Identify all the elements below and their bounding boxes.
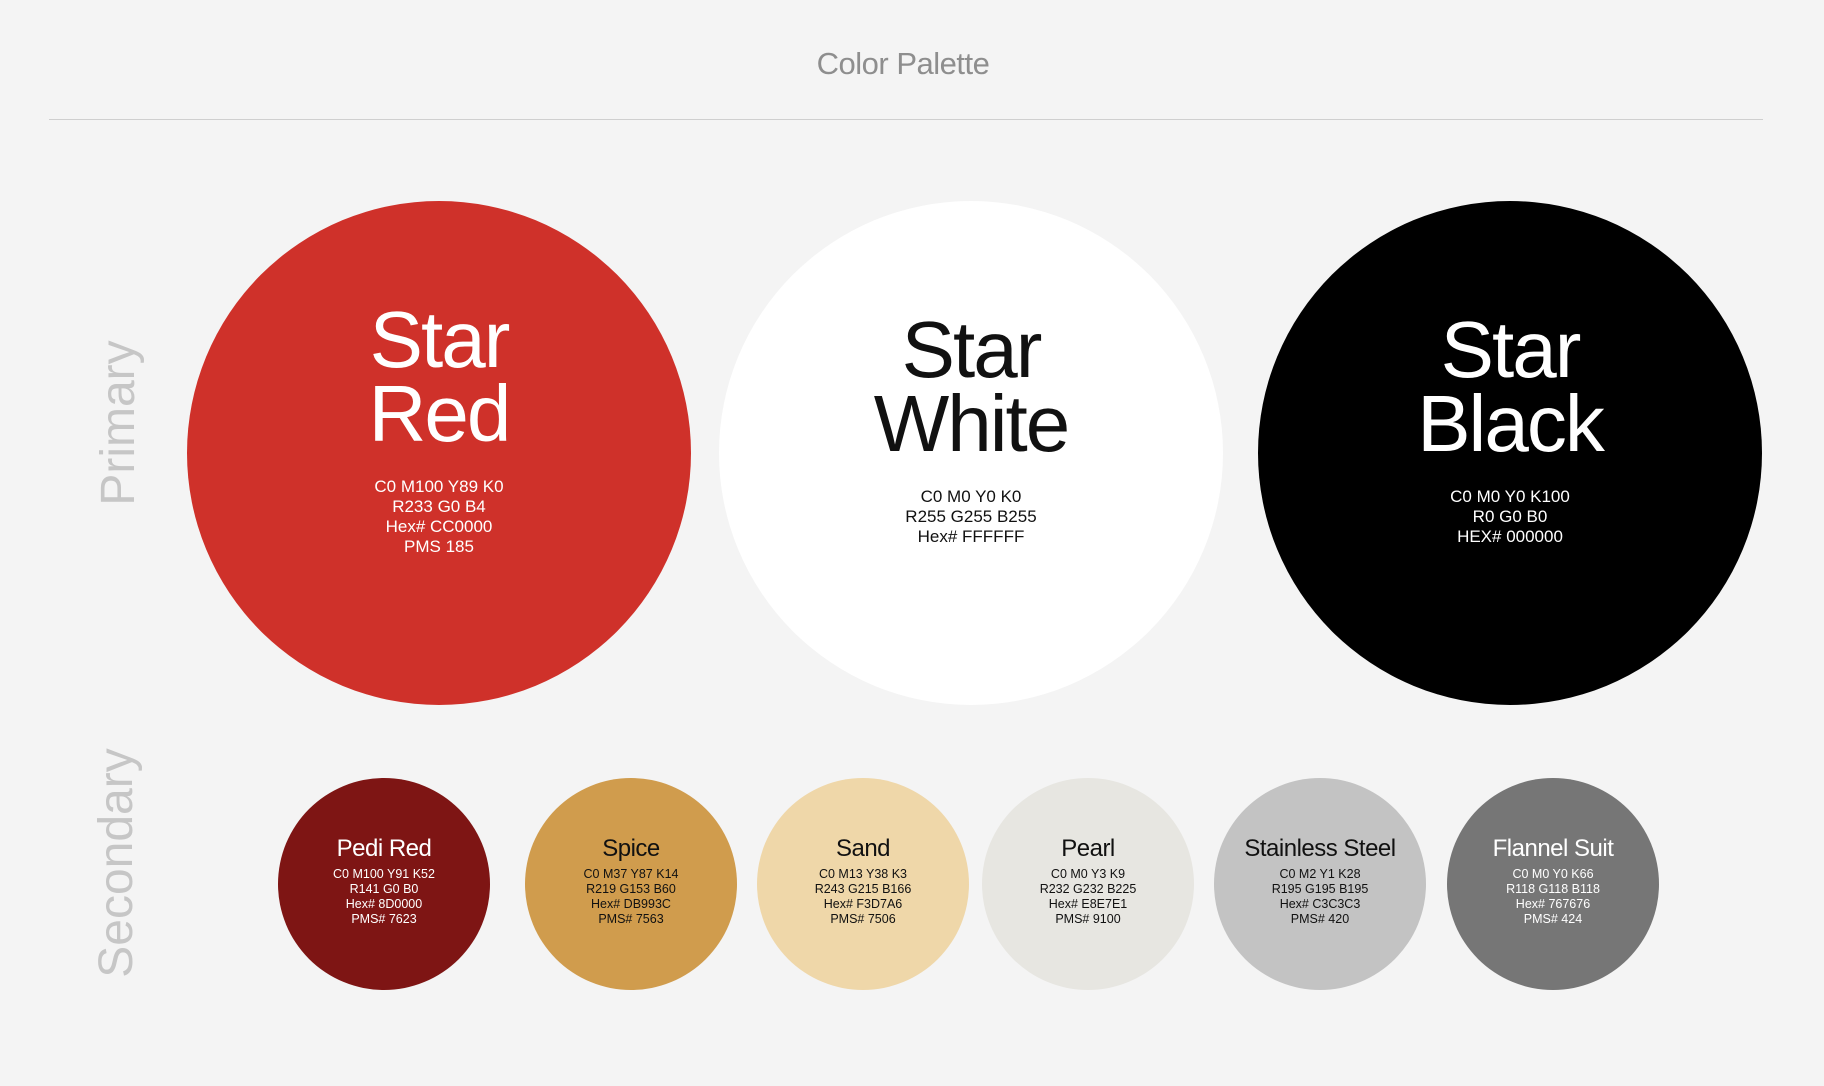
swatch-stainless-steel: Stainless Steel C0 M2 Y1 K28 R195 G195 B1… bbox=[1214, 778, 1426, 990]
swatch-star-white: Star White C0 M0 Y0 K0 R255 G255 B255 Hex… bbox=[719, 201, 1223, 705]
swatch-name: Star White bbox=[873, 305, 1070, 468]
swatch-pedi-red: Pedi Red C0 M100 Y91 K52 R141 G0 B0 Hex# … bbox=[278, 778, 490, 990]
swatch-specs: C0 M0 Y3 K9 R232 G232 B225 Hex# E8E7E1 PMS… bbox=[1039, 867, 1137, 926]
primary-section-label: Primary bbox=[92, 340, 145, 506]
swatch-name: Sand bbox=[835, 835, 891, 862]
swatch-name: Stainless Steel bbox=[1244, 835, 1396, 862]
swatch-specs: C0 M37 Y87 K14 R219 G153 B60 Hex# DB993C P… bbox=[583, 867, 679, 926]
swatch-specs: C0 M0 Y0 K100 R0 G0 B0 HEX# 000000 bbox=[1450, 487, 1570, 546]
swatch-specs: C0 M100 Y89 K0 R233 G0 B4 Hex# CC0000 PM… bbox=[374, 477, 504, 556]
page-title: Color Palette bbox=[816, 46, 990, 81]
swatch-specs: C0 M2 Y1 K28 R195 G195 B195 Hex# C3C3C3 PM… bbox=[1271, 867, 1369, 926]
swatch-name: Spice bbox=[602, 835, 660, 862]
swatch-pearl: Pearl C0 M0 Y3 K9 R232 G232 B225 Hex# E8E… bbox=[982, 778, 1194, 990]
swatch-name: Star Red bbox=[368, 295, 512, 458]
swatch-name: Star Black bbox=[1417, 305, 1605, 468]
swatch-specs: C0 M0 Y0 K66 R118 G118 B118 Hex# 767676 PM… bbox=[1506, 867, 1600, 926]
secondary-section-label: Secondary bbox=[90, 748, 143, 978]
swatch-name: Flannel Suit bbox=[1492, 835, 1614, 862]
swatch-star-black: Star Black C0 M0 Y0 K100 R0 G0 B0 HEX# 00… bbox=[1258, 201, 1762, 705]
header-divider bbox=[49, 119, 1763, 120]
swatch-specs: C0 M100 Y91 K52 R141 G0 B0 Hex# 8D0000 PMS… bbox=[333, 867, 435, 926]
swatch-sand: Sand C0 M13 Y38 K3 R243 G215 B166 Hex# F3… bbox=[757, 778, 969, 990]
swatch-name: Pearl bbox=[1061, 835, 1115, 862]
swatch-specs: C0 M0 Y0 K0 R255 G255 B255 Hex# FFFFFF bbox=[905, 487, 1037, 546]
swatch-spice: Spice C0 M37 Y87 K14 R219 G153 B60 Hex# D… bbox=[525, 778, 737, 990]
swatch-flannel-suit: Flannel Suit C0 M0 Y0 K66 R118 G118 B118 … bbox=[1447, 778, 1659, 990]
swatch-specs: C0 M13 Y38 K3 R243 G215 B166 Hex# F3D7A6 P… bbox=[814, 867, 912, 926]
swatch-name: Pedi Red bbox=[336, 835, 432, 862]
swatch-star-red: Star Red C0 M100 Y89 K0 R233 G0 B4 Hex# C… bbox=[187, 201, 691, 705]
